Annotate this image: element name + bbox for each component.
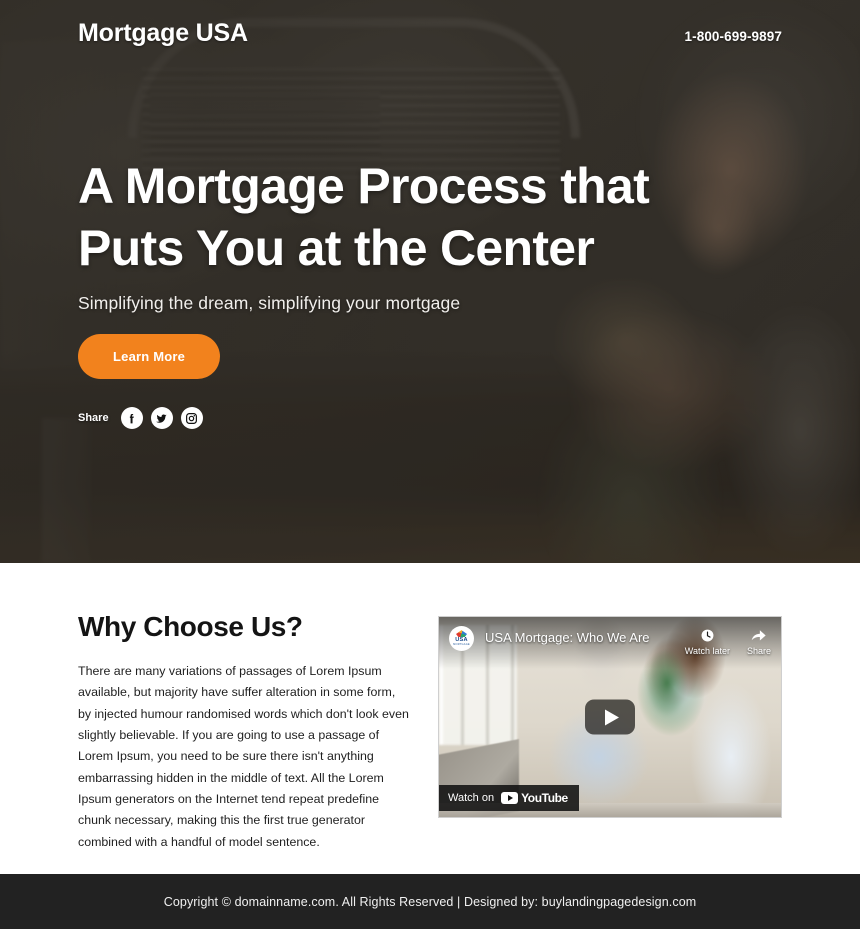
channel-avatar-mark-icon [456,630,468,638]
youtube-logo: YouTube [501,791,568,805]
site-header: Mortgage USA 1-800-699-9897 [0,0,860,48]
channel-avatar[interactable]: USA MORTGAGE [449,626,475,651]
hero-title-line-1: A Mortgage Process that [78,158,650,214]
watch-later-button[interactable]: Watch later [685,627,730,656]
clock-icon [700,627,715,644]
youtube-wordmark: YouTube [521,791,568,805]
why-choose-us-text-column: Why Choose Us? There are many variations… [78,611,429,874]
channel-avatar-subtext: MORTGAGE [453,643,470,647]
why-choose-us-body: There are many variations of passages of… [78,664,409,849]
hero-content: Mortgage USA 1-800-699-9897 A Mortgage P… [0,0,860,429]
video-top-bar: USA MORTGAGE USA Mortgage: Who We Are Wa… [439,617,781,669]
hero-title-line-2: Puts You at the Center [78,220,595,276]
twitter-icon[interactable] [150,407,173,429]
hero-title: A Mortgage Process that Puts You at the … [78,161,782,273]
play-button[interactable] [585,699,635,735]
play-triangle-icon [604,709,619,725]
share-row: Share [78,407,782,429]
youtube-video-player[interactable]: USA MORTGAGE USA Mortgage: Who We Are Wa… [438,616,782,818]
video-title[interactable]: USA Mortgage: Who We Are [485,630,685,645]
share-label: Share [78,412,109,424]
hero-section: Mortgage USA 1-800-699-9897 A Mortgage P… [0,0,860,563]
instagram-icon[interactable] [180,407,203,429]
watch-on-youtube-button[interactable]: Watch on YouTube [439,785,579,811]
learn-more-button[interactable]: Learn More [78,334,221,379]
why-choose-us-section: Why Choose Us? There are many variations… [0,563,860,874]
hero-body: A Mortgage Process that Puts You at the … [0,161,860,429]
why-choose-us-title: Why Choose Us? [78,611,303,642]
site-footer: Copyright © domainname.com. All Rights R… [0,874,860,929]
watch-on-label: Watch on [448,792,495,804]
youtube-play-badge-icon [501,792,519,804]
video-share-button[interactable]: Share [747,627,771,656]
header-phone-number[interactable]: 1-800-699-9897 [685,29,782,44]
hero-subtitle: Simplifying the dream, simplifying your … [78,293,461,313]
video-share-label: Share [746,646,771,656]
site-logo[interactable]: Mortgage USA [78,19,248,48]
video-actions: Watch later Share [685,627,771,656]
share-arrow-icon [750,627,767,644]
watch-later-label: Watch later [684,646,730,656]
footer-copyright-text: Copyright © domainname.com. All Rights R… [163,894,697,909]
facebook-icon[interactable] [120,407,143,429]
